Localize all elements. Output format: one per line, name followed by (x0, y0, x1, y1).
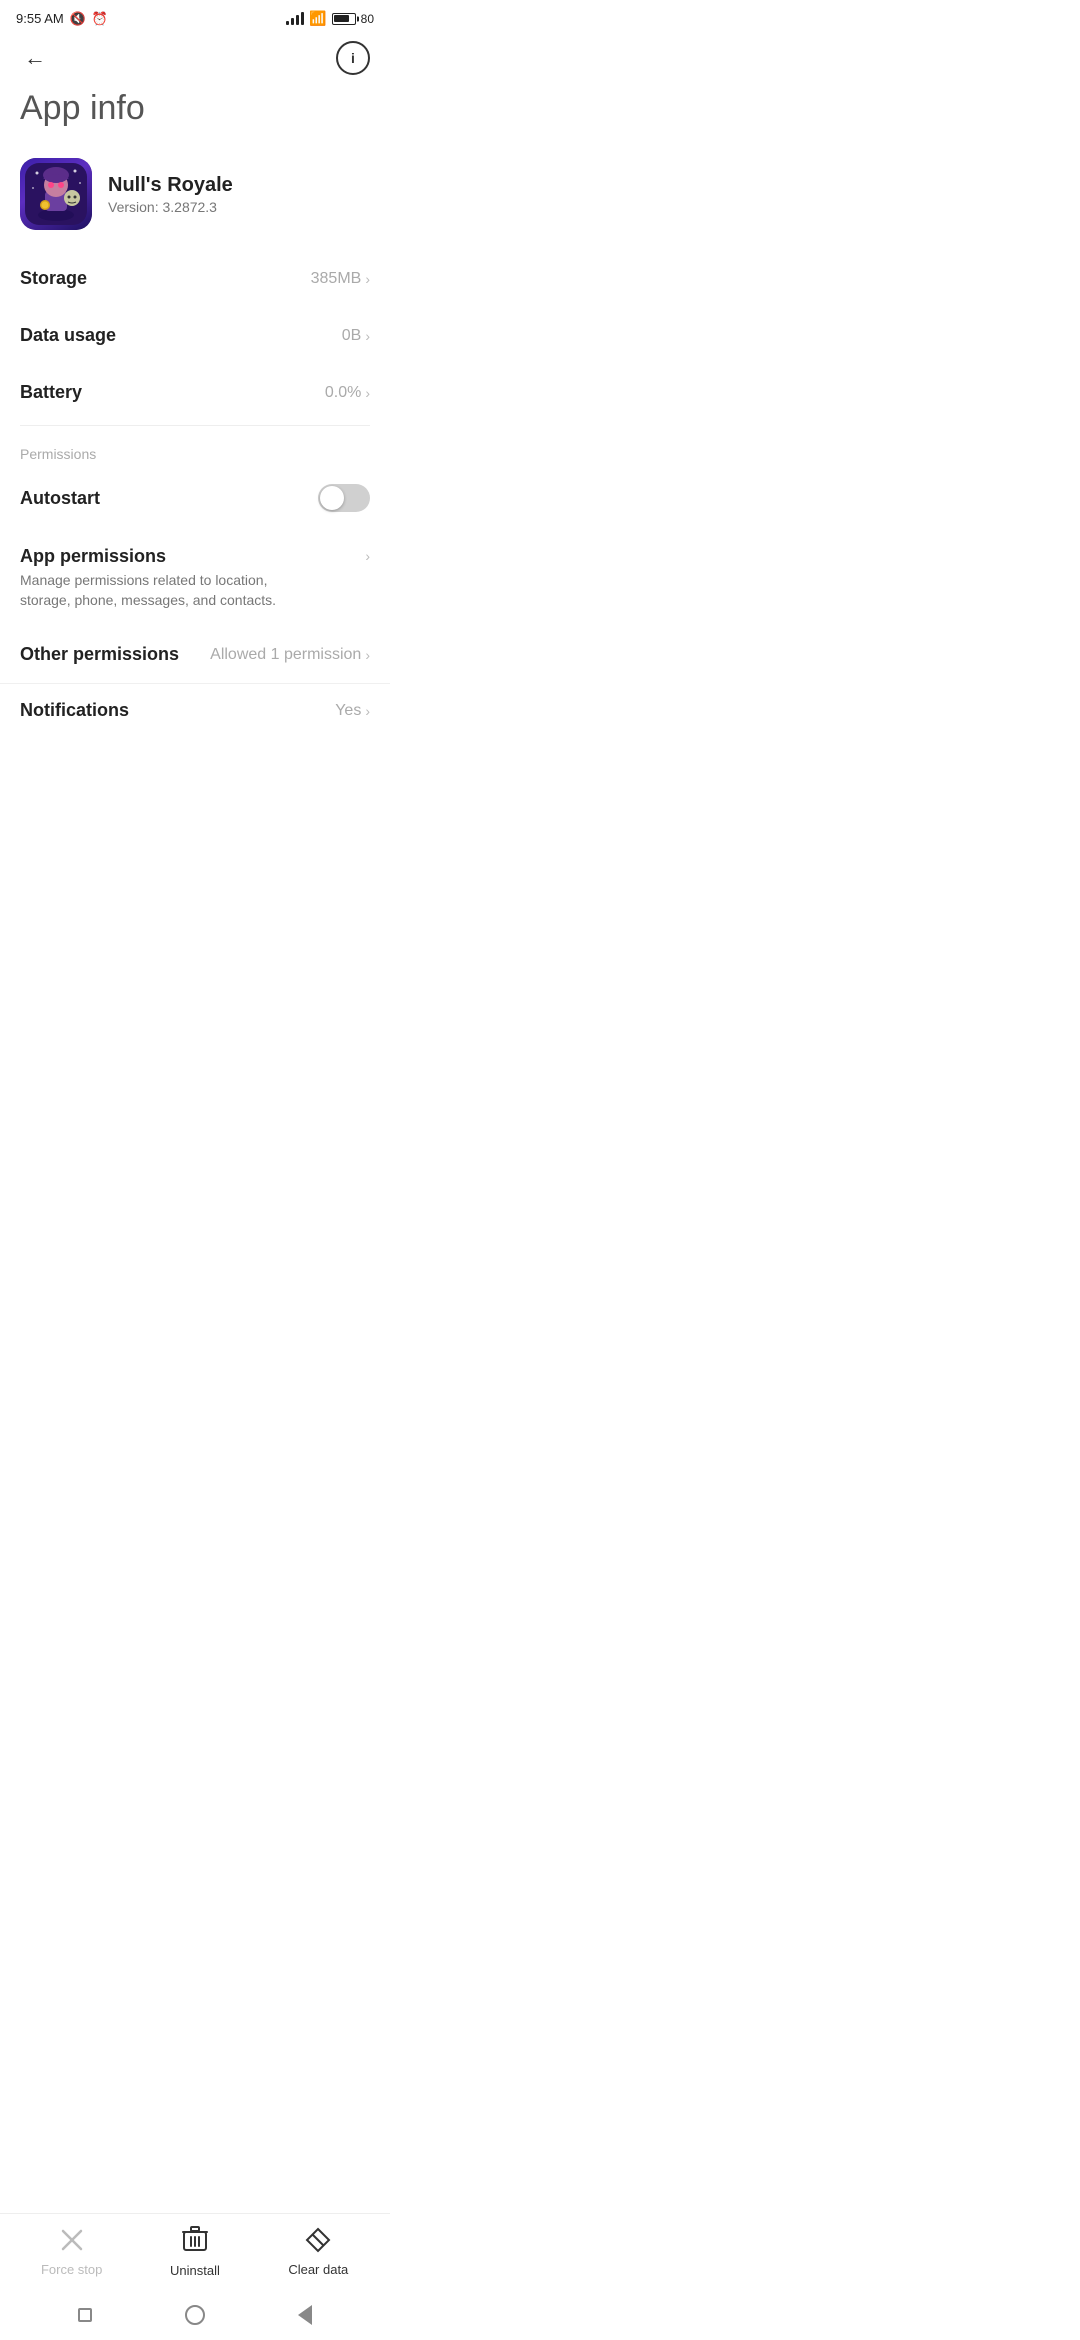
app-permissions-desc: Manage permissions related to location, … (20, 571, 300, 610)
app-permissions-row[interactable]: App permissions Manage permissions relat… (0, 530, 390, 626)
back-button[interactable]: ← (20, 41, 50, 75)
force-stop-button[interactable]: Force stop (32, 2227, 112, 2277)
force-stop-icon (59, 2227, 85, 2258)
app-permissions-label: App permissions (20, 546, 300, 567)
storage-label: Storage (20, 268, 87, 289)
uninstall-label: Uninstall (170, 2263, 220, 2278)
recent-apps-icon (78, 2308, 92, 2322)
app-permissions-inner: App permissions Manage permissions relat… (20, 546, 370, 610)
top-nav: ← i (0, 33, 390, 79)
home-icon (185, 2305, 205, 2325)
battery-label: Battery (20, 382, 82, 403)
app-permissions-chevron: › (365, 548, 370, 564)
autostart-toggle[interactable] (318, 484, 370, 512)
storage-value-group: 385MB › (311, 270, 370, 288)
app-header: Null's Royale Version: 3.2872.3 (0, 148, 390, 250)
bottom-bar: Force stop Uninstall Clear data (0, 2213, 390, 2290)
battery-value: 0.0% (325, 384, 361, 402)
app-permissions-text: App permissions Manage permissions relat… (20, 546, 300, 610)
clear-data-button[interactable]: Clear data (278, 2227, 358, 2277)
app-name: Null's Royale (108, 174, 233, 197)
other-permissions-value-group: Allowed 1 permission › (210, 646, 370, 664)
nav-home-button[interactable] (181, 2301, 209, 2329)
notifications-row[interactable]: Notifications Yes › (0, 683, 390, 727)
other-permissions-label: Other permissions (20, 644, 179, 665)
app-version: Version: 3.2872.3 (108, 199, 233, 215)
force-stop-label: Force stop (41, 2262, 102, 2277)
clear-data-label: Clear data (288, 2262, 348, 2277)
autostart-label: Autostart (20, 488, 100, 509)
autostart-toggle-thumb (320, 486, 344, 510)
divider (20, 425, 370, 426)
battery-row[interactable]: Battery 0.0% › (0, 364, 390, 421)
wifi-icon: 📶 (309, 10, 326, 27)
battery-level: 80 (361, 12, 374, 26)
data-usage-chevron: › (365, 328, 370, 344)
nav-recent-button[interactable] (71, 2301, 99, 2329)
app-info: Null's Royale Version: 3.2872.3 (108, 174, 233, 215)
notifications-chevron: › (365, 703, 370, 719)
uninstall-icon (182, 2226, 208, 2259)
system-nav-bar (0, 2290, 390, 2340)
data-usage-label: Data usage (20, 325, 116, 346)
clear-data-icon (305, 2227, 331, 2258)
battery-value-group: 0.0% › (325, 384, 370, 402)
battery-chevron: › (365, 385, 370, 401)
nav-back-button[interactable] (291, 2301, 319, 2329)
status-left: 9:55 AM 🔇 ⏰ (16, 11, 108, 27)
storage-value: 385MB (311, 270, 362, 288)
other-permissions-row[interactable]: Other permissions Allowed 1 permission › (0, 626, 390, 683)
notifications-value: Yes (335, 702, 361, 720)
alarm-icon: ⏰ (92, 11, 108, 27)
data-usage-row[interactable]: Data usage 0B › (0, 307, 390, 364)
storage-chevron: › (365, 271, 370, 287)
mute-icon: 🔇 (70, 11, 86, 27)
uninstall-button[interactable]: Uninstall (155, 2226, 235, 2278)
status-bar: 9:55 AM 🔇 ⏰ 📶 80 (0, 0, 390, 33)
battery-icon (332, 13, 356, 25)
back-icon (298, 2305, 312, 2325)
status-time: 9:55 AM (16, 11, 64, 26)
data-usage-value-group: 0B › (342, 327, 370, 345)
permissions-section-label: Permissions (0, 430, 390, 466)
autostart-row[interactable]: Autostart (0, 466, 390, 530)
notifications-label: Notifications (20, 700, 129, 721)
other-permissions-value: Allowed 1 permission (210, 646, 361, 664)
permissions-section: Permissions Autostart App permissions Ma… (0, 430, 390, 727)
data-usage-value: 0B (342, 327, 362, 345)
app-icon (20, 158, 92, 230)
signal-icon (286, 12, 304, 25)
notifications-value-group: Yes › (335, 702, 370, 720)
status-right: 📶 80 (286, 10, 374, 27)
storage-row[interactable]: Storage 385MB › (0, 250, 390, 307)
page-title: App info (0, 79, 390, 148)
other-permissions-chevron: › (365, 647, 370, 663)
info-button[interactable]: i (336, 41, 370, 75)
